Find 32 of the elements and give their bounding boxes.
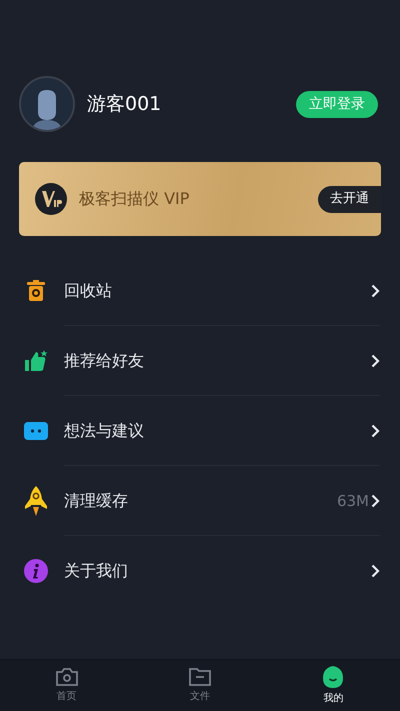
folder-icon	[188, 667, 212, 687]
chat-bubble-icon	[24, 422, 48, 440]
nav-tab[interactable]: 我的	[266, 660, 400, 711]
menu-label: 关于我们	[64, 560, 128, 582]
chevron-right-icon	[371, 494, 380, 508]
vip-title: 极客扫描仪 VIP	[79, 188, 190, 210]
menu-label: 想法与建议	[64, 420, 144, 442]
thumbs-up-icon	[24, 350, 48, 372]
vip-badge-icon	[35, 183, 67, 215]
chevron-right-icon	[371, 424, 380, 438]
vip-card[interactable]: 极客扫描仪 VIP 去开通	[19, 162, 381, 236]
menu-label: 回收站	[64, 280, 112, 302]
menu-item[interactable]: 回收站	[0, 256, 400, 326]
menu-item[interactable]: 清理缓存 63M	[0, 466, 400, 536]
chevron-right-icon	[371, 284, 380, 298]
menu-item[interactable]: 想法与建议	[0, 396, 400, 466]
nav-tab[interactable]: 首页	[0, 660, 134, 711]
rocket-icon	[25, 486, 47, 516]
user-name: 游客001	[87, 92, 162, 117]
nav-tab[interactable]: 文件	[133, 660, 267, 711]
info-icon	[24, 559, 48, 583]
menu-item[interactable]: 推荐给好友	[0, 326, 400, 396]
activate-button[interactable]: 去开通	[318, 186, 381, 212]
menu-item[interactable]: 关于我们	[0, 536, 400, 606]
menu-label: 推荐给好友	[64, 350, 144, 372]
trash-icon	[25, 280, 47, 302]
chevron-right-icon	[371, 354, 380, 368]
leaf-icon	[321, 665, 346, 689]
camera-icon	[54, 667, 79, 687]
menu-label: 清理缓存	[64, 490, 128, 512]
cache-size: 63M	[336, 490, 369, 512]
chevron-right-icon	[371, 564, 380, 578]
